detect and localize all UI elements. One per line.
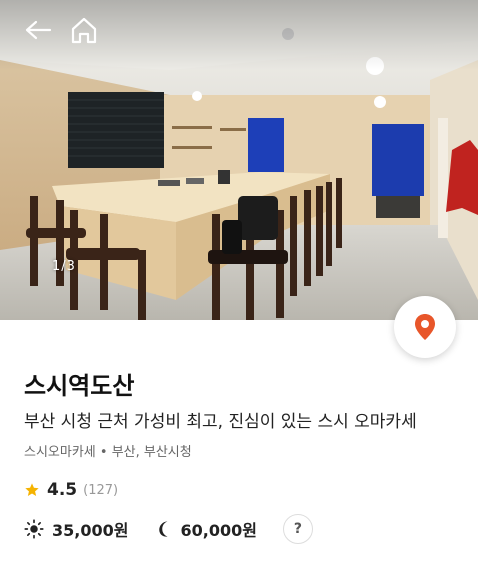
help-icon: ? <box>293 521 302 537</box>
restaurant-name: 스시역도산 <box>24 372 135 400</box>
price-help-button[interactable]: ? <box>282 514 313 544</box>
review-count: (127) <box>83 482 119 498</box>
rating-value: 4.5 <box>47 480 78 500</box>
star-icon <box>25 483 39 496</box>
sun-icon <box>24 519 44 539</box>
dinner-price: 60,000원 <box>180 521 257 540</box>
restaurant-photo[interactable]: 1/3 <box>0 0 478 320</box>
price-row: 35,000원 60,000원 ? <box>24 514 313 544</box>
moon-icon <box>159 521 168 537</box>
rating-row[interactable]: 4.5 (127) <box>24 480 118 500</box>
home-button[interactable] <box>66 12 102 48</box>
map-location-button[interactable] <box>394 296 456 358</box>
category-location: 스시오마카세 • 부산, 부산시청 <box>24 445 192 460</box>
restaurant-description: 부산 시청 근처 가성비 최고, 진심이 있는 스시 오마카세 <box>24 412 417 432</box>
back-button[interactable] <box>20 12 56 48</box>
back-arrow-icon <box>25 20 52 40</box>
image-counter: 1/3 <box>52 259 76 274</box>
home-icon <box>71 17 97 44</box>
lunch-price: 35,000원 <box>52 521 129 540</box>
map-pin-icon <box>415 314 435 340</box>
